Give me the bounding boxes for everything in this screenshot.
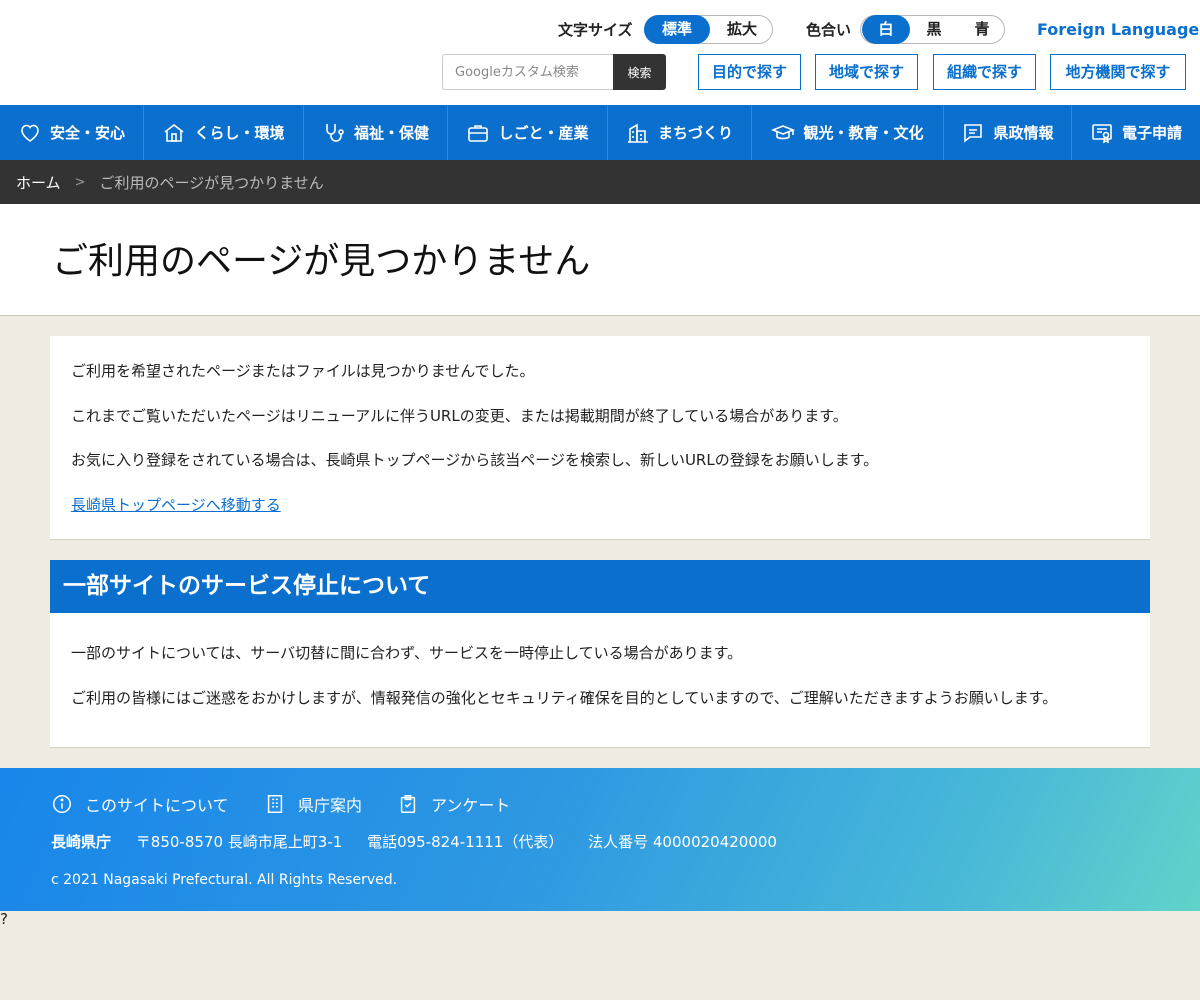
- title-area: ご利用のページが見つかりません: [0, 204, 1200, 316]
- breadcrumb: ホーム > ご利用のページが見つかりません: [0, 160, 1200, 204]
- nav-item-e-application[interactable]: 電子申請: [1072, 105, 1200, 160]
- info-icon: [53, 795, 71, 813]
- footer-copyright: c 2021 Nagasaki Prefectural. All Rights …: [51, 872, 398, 888]
- heart-icon: [21, 124, 39, 142]
- nav-item-label: 県政情報: [993, 124, 1054, 142]
- footer-org-name: 長崎県庁: [51, 833, 112, 851]
- find-by-region-button[interactable]: 地域で探す: [815, 54, 918, 90]
- building-icon: [627, 123, 648, 143]
- footer-phone: 電話095-824-1111（代表）: [367, 833, 564, 851]
- site-footer: このサイトについて 県庁案内 アンケート 長崎県庁 〒850-8570 長崎市尾…: [0, 768, 1200, 911]
- nav-item-work[interactable]: しごと・産業: [448, 105, 608, 160]
- color-blue-button[interactable]: 青: [958, 15, 1006, 44]
- nav-item-label: しごと・産業: [498, 124, 589, 142]
- house-icon: [164, 123, 184, 142]
- color-scheme-toggle: 白 黒 青: [860, 15, 1005, 44]
- graduation-cap-icon: [771, 124, 796, 139]
- find-by-organization-button[interactable]: 組織で探す: [933, 54, 1036, 90]
- nav-item-living[interactable]: くらし・環境: [144, 105, 304, 160]
- font-size-large-button[interactable]: 拡大: [709, 15, 775, 44]
- nav-item-safety[interactable]: 安全・安心: [0, 105, 144, 160]
- briefcase-icon: [468, 124, 489, 142]
- color-scheme-label: 色合い: [806, 21, 852, 39]
- foreign-language-link[interactable]: Foreign Language: [1037, 19, 1199, 41]
- search-button[interactable]: 検索: [613, 54, 666, 90]
- footer-link-label: アンケート: [431, 796, 511, 815]
- notice-paragraph: ご利用の皆様にはご迷惑をおかけしますが、情報発信の強化とセキュリティ確保を目的と…: [71, 689, 1058, 707]
- breadcrumb-home-link[interactable]: ホーム: [16, 172, 61, 193]
- certificate-icon: [1092, 123, 1112, 143]
- nav-item-label: 観光・教育・文化: [803, 124, 924, 142]
- global-nav: 安全・安心 くらし・環境 福祉・保健 しごと・産業 まちづくり 観光・教育・文化…: [0, 105, 1200, 160]
- office-building-icon: [267, 795, 283, 813]
- footer-corp-number: 法人番号 4000020420000: [588, 833, 777, 851]
- font-size-toggle: 標準 拡大: [644, 15, 773, 44]
- stethoscope-icon: [326, 123, 344, 142]
- footer-address: 長崎県庁 〒850-8570 長崎市尾上町3-1 電話095-824-1111（…: [51, 831, 797, 853]
- font-size-standard-button[interactable]: 標準: [644, 15, 710, 44]
- nav-item-label: 安全・安心: [49, 124, 125, 142]
- page-title: ご利用のページが見つかりません: [52, 241, 591, 282]
- site-header: 文字サイズ 標準 拡大 色合い 白 黒 青 Foreign Language 検…: [0, 0, 1200, 105]
- footer-link-office-guide[interactable]: 県庁案内: [264, 792, 362, 816]
- find-by-regional-office-button[interactable]: 地方機関で探す: [1050, 54, 1186, 90]
- not-found-message-box: ご利用を希望されたページまたはファイルは見つかりませんでした。 これまでご覧いた…: [50, 336, 1150, 540]
- message-paragraph: お気に入り登録をされている場合は、長崎県トップページから該当ページを検索し、新し…: [71, 451, 879, 469]
- footer-link-label: このサイトについて: [85, 796, 229, 815]
- notice-paragraph: 一部のサイトについては、サーバ切替に間に合わず、サービスを一時停止している場合が…: [71, 644, 743, 662]
- nav-item-label: まちづくり: [657, 124, 733, 142]
- message-paragraph: これまでご覧いただいたページはリニューアルに伴うURLの変更、または掲載期間が終…: [71, 407, 848, 425]
- footer-link-survey[interactable]: アンケート: [397, 792, 510, 816]
- message-paragraph: ご利用を希望されたページまたはファイルは見つかりませんでした。: [71, 362, 535, 380]
- color-black-button[interactable]: 黒: [910, 15, 958, 44]
- notice-heading: 一部サイトのサービス停止について: [50, 560, 1150, 613]
- font-size-label: 文字サイズ: [558, 21, 633, 39]
- speech-bubble-icon: [964, 123, 983, 143]
- top-page-link[interactable]: 長崎県トップページへ移動する: [71, 496, 281, 514]
- nav-item-welfare[interactable]: 福祉・保健: [304, 105, 448, 160]
- chevron-right-icon: >: [74, 174, 86, 190]
- nav-item-label: 電子申請: [1121, 124, 1182, 142]
- stray-character: ?: [0, 910, 8, 928]
- find-by-purpose-button[interactable]: 目的で探す: [698, 54, 801, 90]
- footer-link-label: 県庁案内: [298, 796, 363, 815]
- nav-item-prefectural-info[interactable]: 県政情報: [944, 105, 1072, 160]
- color-white-button[interactable]: 白: [862, 15, 910, 44]
- footer-postal-address: 〒850-8570 長崎市尾上町3-1: [135, 833, 343, 851]
- breadcrumb-current: ご利用のページが見つかりません: [99, 173, 324, 192]
- search-input[interactable]: [442, 54, 614, 90]
- nav-item-town-planning[interactable]: まちづくり: [608, 105, 752, 160]
- nav-item-label: くらし・環境: [194, 124, 285, 142]
- footer-link-about[interactable]: このサイトについて: [51, 792, 229, 816]
- nav-item-tourism-education[interactable]: 観光・教育・文化: [752, 105, 944, 160]
- notice-box: 一部のサイトについては、サーバ切替に間に合わず、サービスを一時停止している場合が…: [50, 613, 1150, 748]
- nav-item-label: 福祉・保健: [353, 124, 429, 142]
- clipboard-check-icon: [400, 795, 416, 813]
